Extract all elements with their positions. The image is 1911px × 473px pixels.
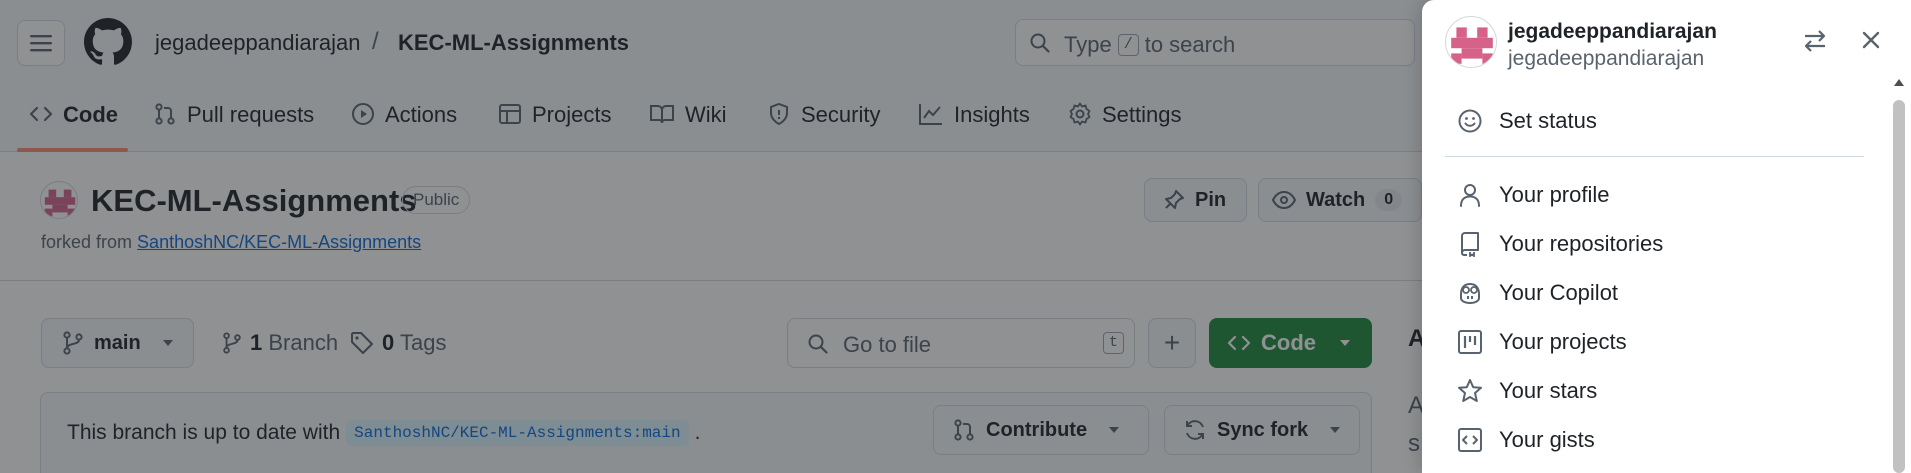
menu-item-your-profile[interactable]: Your profile xyxy=(1457,175,1609,215)
menu-divider xyxy=(1445,156,1864,157)
menu-item-your-gists[interactable]: Your gists xyxy=(1457,420,1595,460)
star-icon xyxy=(1458,379,1482,402)
repo-icon xyxy=(1461,232,1479,257)
copilot-icon xyxy=(1460,282,1480,305)
menu-item-set-status[interactable]: Set status xyxy=(1457,101,1597,141)
scroll-up-arrow-icon[interactable] xyxy=(1893,76,1905,88)
menu-item-your-copilot[interactable]: Your Copilot xyxy=(1457,273,1618,313)
user-menu-panel: jegadeeppandiarajan jegadeeppandiarajan … xyxy=(1422,0,1911,473)
avatar xyxy=(1445,16,1497,68)
project-icon xyxy=(1458,330,1482,354)
close-icon[interactable] xyxy=(1860,29,1882,51)
scrollbar-thumb[interactable] xyxy=(1893,100,1905,473)
menu-item-your-stars[interactable]: Your stars xyxy=(1457,371,1597,411)
smiley-icon xyxy=(1458,109,1482,133)
code-square-icon xyxy=(1458,428,1482,452)
person-icon xyxy=(1460,184,1480,207)
user-name: jegadeeppandiarajan xyxy=(1508,47,1705,70)
menu-item-your-projects[interactable]: Your projects xyxy=(1457,322,1627,362)
menu-item-your-repositories[interactable]: Your repositories xyxy=(1457,224,1663,264)
user-login: jegadeeppandiarajan xyxy=(1508,20,1717,43)
switch-account-icon[interactable] xyxy=(1802,28,1828,54)
